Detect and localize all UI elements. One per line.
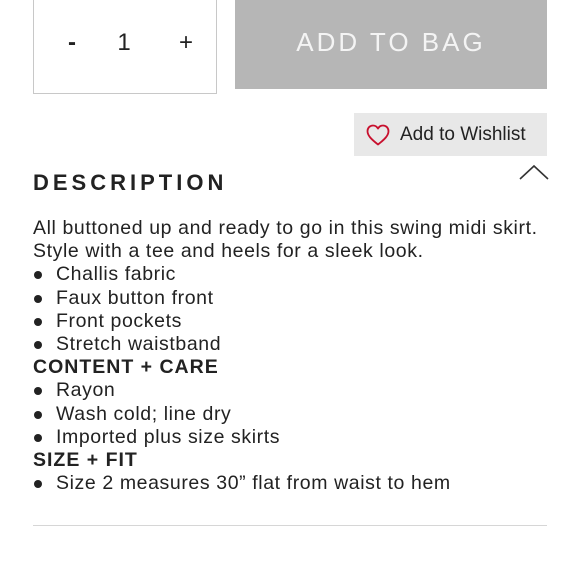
add-to-bag-button[interactable]: ADD TO BAG bbox=[235, 0, 547, 89]
quantity-stepper: - 1 + bbox=[33, 0, 217, 94]
description-heading: DESCRIPTION bbox=[33, 170, 228, 195]
add-to-wishlist-button[interactable]: Add to Wishlist bbox=[354, 113, 547, 156]
size-fit-heading: SIZE + FIT bbox=[33, 449, 138, 472]
description-intro: All buttoned up and ready to go in this … bbox=[33, 217, 538, 263]
quantity-value: 1 bbox=[117, 29, 131, 56]
heart-icon bbox=[366, 124, 390, 145]
increase-quantity-button[interactable]: + bbox=[176, 28, 196, 58]
features-list: Challis fabric Faux button front Front p… bbox=[33, 263, 553, 356]
list-item: Challis fabric bbox=[33, 263, 553, 286]
list-item: Front pockets bbox=[33, 310, 553, 333]
decrease-quantity-button[interactable]: - bbox=[64, 28, 80, 58]
content-care-heading: CONTENT + CARE bbox=[33, 356, 219, 379]
list-item: Size 2 measures 30” flat from waist to h… bbox=[33, 472, 553, 495]
list-item: Stretch waistband bbox=[33, 333, 553, 356]
list-item: Faux button front bbox=[33, 287, 553, 310]
list-item: Wash cold; line dry bbox=[33, 403, 553, 426]
list-item: Rayon bbox=[33, 379, 553, 402]
list-item: Imported plus size skirts bbox=[33, 426, 553, 449]
product-detail-panel: - 1 + ADD TO BAG Add to Wishlist DESCRIP… bbox=[0, 0, 580, 580]
content-care-list: Rayon Wash cold; line dry Imported plus … bbox=[33, 379, 553, 449]
wishlist-label: Add to Wishlist bbox=[400, 123, 526, 145]
size-fit-list: Size 2 measures 30” flat from waist to h… bbox=[33, 472, 553, 495]
section-divider bbox=[33, 525, 547, 526]
chevron-up-icon[interactable] bbox=[519, 163, 549, 181]
description-body: All buttoned up and ready to go in this … bbox=[33, 217, 553, 495]
